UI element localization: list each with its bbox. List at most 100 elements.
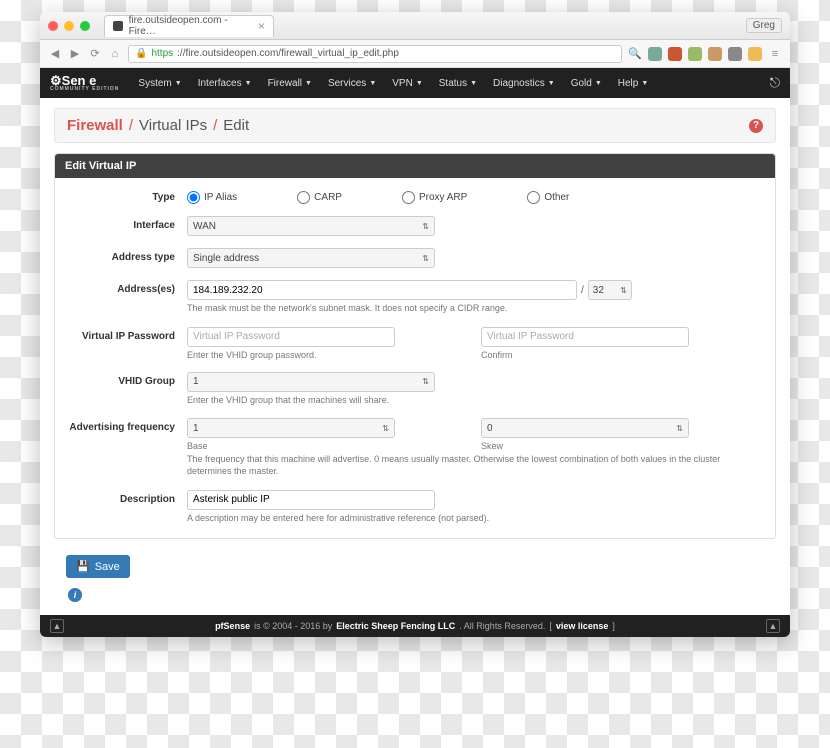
- extension-icon[interactable]: [648, 47, 662, 61]
- nav-interfaces[interactable]: Interfaces▼: [191, 78, 259, 89]
- addresses-help: The mask must be the network's subnet ma…: [187, 303, 763, 315]
- extension-icon[interactable]: [688, 47, 702, 61]
- chevron-down-icon: ▼: [369, 80, 376, 87]
- radio-proxyarp[interactable]: Proxy ARP: [402, 191, 467, 204]
- home-icon[interactable]: ⌂: [108, 47, 122, 61]
- chevron-down-icon: ▼: [305, 80, 312, 87]
- save-label: Save: [95, 561, 120, 573]
- scroll-top-icon[interactable]: ▲: [50, 619, 64, 633]
- browser-tab[interactable]: fire.outsideopen.com - Fire… ×: [104, 15, 274, 37]
- chevron-down-icon: ▼: [245, 80, 252, 87]
- extension-icon[interactable]: [708, 47, 722, 61]
- save-button[interactable]: 💾 Save: [66, 555, 130, 578]
- chevron-down-icon: ▼: [416, 80, 423, 87]
- footer-copy: is © 2004 - 2016 by: [254, 621, 332, 631]
- extension-icon[interactable]: [728, 47, 742, 61]
- nav-diagnostics[interactable]: Diagnostics▼: [486, 78, 562, 89]
- chevron-down-icon: ▼: [641, 80, 648, 87]
- footer-brand: pfSense: [215, 621, 250, 631]
- minimize-window-icon[interactable]: [64, 21, 74, 31]
- browser-window: fire.outsideopen.com - Fire… × Greg ◀ ▶ …: [40, 12, 790, 637]
- adv-freq-help: The frequency that this machine will adv…: [187, 454, 763, 477]
- reload-icon[interactable]: ⟳: [88, 47, 102, 61]
- page-content: Firewall / Virtual IPs / Edit ? Edit Vir…: [40, 98, 790, 615]
- breadcrumb: Firewall / Virtual IPs / Edit ?: [54, 108, 776, 143]
- label-description: Description: [67, 490, 187, 525]
- edit-panel: Edit Virtual IP Type IP Alias CARP Proxy…: [54, 153, 776, 539]
- interface-select[interactable]: WAN⇅: [187, 216, 435, 236]
- extension-icon[interactable]: [668, 47, 682, 61]
- footer-rights: . All Rights Reserved.: [459, 621, 545, 631]
- label-interface: Interface: [67, 216, 187, 236]
- adv-base-select[interactable]: 1⇅: [187, 418, 395, 438]
- chevron-down-icon: ▼: [548, 80, 555, 87]
- label-vip-password: Virtual IP Password: [67, 327, 187, 360]
- tab-close-icon[interactable]: ×: [258, 20, 265, 32]
- chevron-updown-icon: ⇅: [382, 424, 389, 433]
- nav-system[interactable]: System▼: [131, 78, 188, 89]
- label-address-type: Address type: [67, 248, 187, 268]
- traffic-lights: [48, 21, 90, 31]
- app-navbar: ⚙Sen e COMMUNITY EDITION System▼ Interfa…: [40, 68, 790, 98]
- vip-password-confirm-input[interactable]: [481, 327, 689, 347]
- chevron-down-icon: ▼: [470, 80, 477, 87]
- nav-services[interactable]: Services▼: [321, 78, 383, 89]
- address-type-select[interactable]: Single address⇅: [187, 248, 435, 268]
- label-vhid: VHID Group: [67, 372, 187, 407]
- radio-ipalias[interactable]: IP Alias: [187, 191, 237, 204]
- vhid-select[interactable]: 1⇅: [187, 372, 435, 392]
- footer-company[interactable]: Electric Sheep Fencing LLC: [336, 621, 455, 631]
- tab-title: fire.outsideopen.com - Fire…: [129, 15, 252, 37]
- nav-firewall[interactable]: Firewall▼: [261, 78, 319, 89]
- save-icon: 💾: [76, 560, 90, 573]
- help-icon[interactable]: ?: [749, 119, 763, 133]
- chevron-updown-icon: ⇅: [422, 254, 429, 263]
- vip-password-confirm-label: Confirm: [481, 350, 763, 360]
- footer: ▲ pfSense is © 2004 - 2016 by Electric S…: [40, 615, 790, 637]
- url-scheme: https: [151, 48, 173, 59]
- label-addresses: Address(es): [67, 280, 187, 315]
- chevron-down-icon: ▼: [175, 80, 182, 87]
- vip-password-input[interactable]: [187, 327, 395, 347]
- url-toolbar: ◀ ▶ ⟳ ⌂ 🔒 https ://fire.outsideopen.com/f…: [40, 40, 790, 68]
- panel-header: Edit Virtual IP: [55, 154, 775, 178]
- logo[interactable]: ⚙Sen e COMMUNITY EDITION: [50, 74, 119, 92]
- label-adv-freq: Advertising frequency: [67, 418, 187, 477]
- nav-vpn[interactable]: VPN▼: [385, 78, 430, 89]
- back-icon[interactable]: ◀: [48, 47, 62, 61]
- browser-user-chip[interactable]: Greg: [746, 18, 782, 33]
- breadcrumb-firewall[interactable]: Firewall: [67, 117, 123, 134]
- adv-skew-select[interactable]: 0⇅: [481, 418, 689, 438]
- vhid-help: Enter the VHID group that the machines w…: [187, 395, 763, 407]
- info-icon[interactable]: i: [68, 588, 82, 602]
- search-icon[interactable]: 🔍: [628, 47, 642, 61]
- url-path: ://fire.outsideopen.com/firewall_virtual…: [177, 48, 399, 59]
- label-type: Type: [67, 188, 187, 204]
- chevron-updown-icon: ⇅: [422, 222, 429, 231]
- lock-icon: 🔒: [135, 48, 147, 59]
- forward-icon[interactable]: ▶: [68, 47, 82, 61]
- type-radios: IP Alias CARP Proxy ARP Other: [187, 188, 763, 204]
- maximize-window-icon[interactable]: [80, 21, 90, 31]
- chevron-updown-icon: ⇅: [676, 424, 683, 433]
- extension-icon[interactable]: [748, 47, 762, 61]
- close-window-icon[interactable]: [48, 21, 58, 31]
- vip-password-help: Enter the VHID group password.: [187, 350, 469, 360]
- mask-select[interactable]: 32⇅: [588, 280, 632, 300]
- scroll-top-icon[interactable]: ▲: [766, 619, 780, 633]
- adv-base-label: Base: [187, 441, 469, 451]
- radio-other[interactable]: Other: [527, 191, 569, 204]
- radio-carp[interactable]: CARP: [297, 191, 342, 204]
- url-field[interactable]: 🔒 https ://fire.outsideopen.com/firewall_…: [128, 45, 622, 63]
- nav-status[interactable]: Status▼: [432, 78, 484, 89]
- footer-license-link[interactable]: view license: [556, 621, 609, 631]
- favicon-icon: [113, 21, 123, 31]
- breadcrumb-virtual-ips[interactable]: Virtual IPs: [139, 117, 207, 134]
- nav-help[interactable]: Help▼: [611, 78, 656, 89]
- nav-gold[interactable]: Gold▼: [564, 78, 609, 89]
- hamburger-icon[interactable]: ≡: [768, 47, 782, 61]
- logout-icon[interactable]: ⎋: [770, 75, 780, 91]
- address-input[interactable]: [187, 280, 577, 300]
- adv-skew-label: Skew: [481, 441, 763, 451]
- description-input[interactable]: [187, 490, 435, 510]
